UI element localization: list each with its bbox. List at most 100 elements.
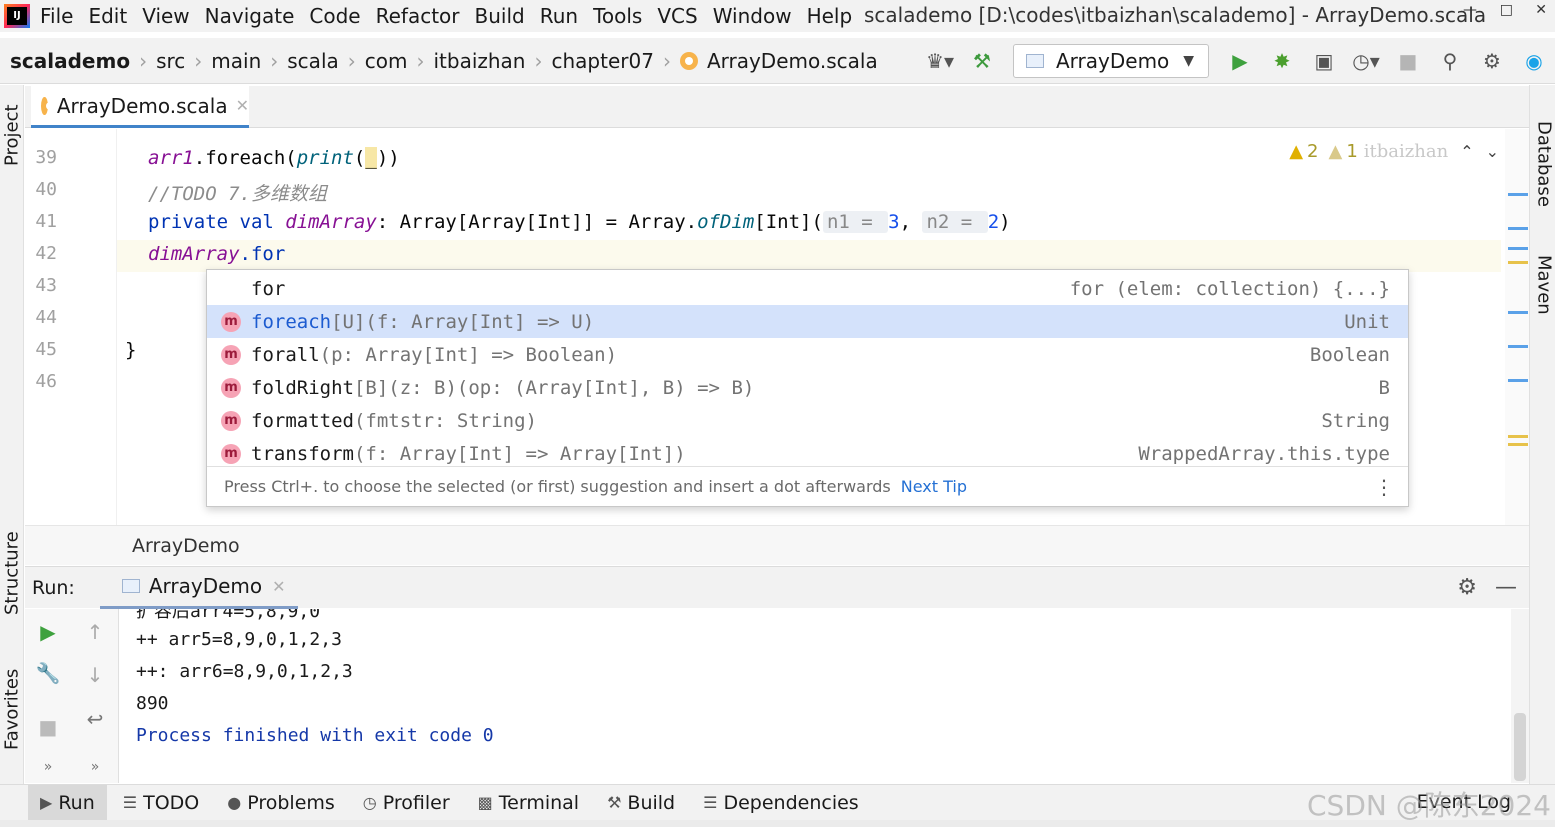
close-icon[interactable]: ✕ — [236, 96, 249, 115]
completion-item-selected[interactable]: m foreach [U](f: Array[Int] => U) Unit — [207, 305, 1408, 338]
menu-window[interactable]: Window — [713, 4, 792, 28]
minimize-icon[interactable]: — — [1495, 575, 1517, 600]
soft-wrap-icon[interactable]: ↩ — [81, 705, 109, 733]
run-tab-arraydemo[interactable]: ArrayDemo ✕ — [99, 566, 298, 609]
chevron-down-icon[interactable]: ⌄ — [1486, 142, 1499, 161]
run-icon[interactable]: ▶ — [1226, 47, 1254, 75]
warning-stripe-marker[interactable] — [1508, 435, 1528, 438]
maximize-window-icon[interactable]: □ — [1500, 2, 1513, 18]
close-window-icon[interactable]: ✕ — [1535, 2, 1547, 18]
breadcrumb-chapter07[interactable]: chapter07 — [551, 49, 653, 73]
menu-view[interactable]: View — [142, 4, 189, 28]
wrench-icon[interactable]: 🔧 — [34, 659, 62, 687]
breadcrumb-scala[interactable]: scala — [287, 49, 338, 73]
completion-item[interactable]: m formatted (fmtstr: String) String — [207, 404, 1408, 437]
editor-scrollbar[interactable] — [1505, 129, 1529, 525]
todo-tool-button[interactable]: ☰ TODO — [111, 785, 212, 821]
coverage-icon[interactable]: ▣ — [1310, 47, 1338, 75]
hammer-icon[interactable]: ⚒ — [968, 47, 996, 75]
breadcrumb-com[interactable]: com — [365, 49, 408, 73]
menu-refactor[interactable]: Refactor — [376, 4, 460, 28]
gear-icon[interactable]: ⚙ — [1478, 47, 1506, 75]
window-title: scalademo [D:\codes\itbaizhan\scalademo]… — [864, 3, 1487, 27]
warning-stripe-marker[interactable] — [1508, 261, 1528, 264]
menu-build[interactable]: Build — [475, 4, 525, 28]
layers-icon: ☰ — [703, 793, 718, 812]
code-line-40: //TODO 7.多维数组 — [148, 183, 327, 205]
gear-icon[interactable]: ⚙ — [1457, 575, 1477, 600]
completion-item[interactable]: m foldRight [B](z: B)(op: (Array[Int], B… — [207, 371, 1408, 404]
chevron-up-icon[interactable]: ⌃ — [1460, 142, 1473, 161]
problems-tool-button[interactable]: ● Problems — [215, 785, 347, 821]
profiler-icon: ◷ — [362, 793, 377, 812]
warning-stripe-marker[interactable] — [1508, 443, 1528, 446]
error-stripe-marker[interactable] — [1508, 247, 1528, 250]
build-tool-button[interactable]: ⚒ Build — [595, 785, 687, 821]
search-icon[interactable]: ⚲ — [1436, 47, 1464, 75]
navigation-bar: scalademo › src › main › scala › com › i… — [0, 38, 1555, 84]
minimize-window-icon[interactable]: — — [1463, 2, 1477, 18]
close-icon[interactable]: ✕ — [272, 577, 285, 596]
code-line-42: dimArray.for — [148, 243, 286, 265]
stop-icon[interactable]: ■ — [34, 713, 62, 741]
scrollbar-thumb[interactable] — [1514, 713, 1526, 781]
console-line: ++: arr6=8,9,0,1,2,3 — [136, 661, 353, 682]
method-icon: m — [221, 377, 241, 398]
code-line-45: } — [125, 339, 137, 361]
stop-icon[interactable]: ■ — [1394, 47, 1422, 75]
next-tip-link[interactable]: Next Tip — [901, 477, 967, 496]
code-completion-popup: for for (elem: collection) {...} m forea… — [206, 269, 1409, 507]
project-tool-tab[interactable]: Project — [0, 95, 24, 175]
breadcrumb-object[interactable]: ArrayDemo — [132, 535, 240, 557]
completion-item[interactable]: m forall (p: Array[Int] => Boolean) Bool… — [207, 338, 1408, 371]
completion-item[interactable]: for for (elem: collection) {...} — [207, 272, 1408, 305]
more-actions-icon[interactable]: » — [81, 753, 109, 781]
run-console[interactable]: 扩容后arr4=5,8,9,0 ++ arr5=8,9,0,1,2,3 ++: … — [120, 609, 1529, 783]
breadcrumb-file[interactable]: ArrayDemo.scala — [707, 49, 878, 73]
menu-file[interactable]: File — [40, 4, 73, 28]
arrow-up-icon[interactable]: ↑ — [81, 618, 109, 646]
plugin-icon[interactable]: ◉ — [1520, 47, 1548, 75]
breadcrumb-project[interactable]: scalademo — [10, 49, 130, 73]
error-stripe-marker[interactable] — [1508, 227, 1528, 230]
more-options-icon[interactable]: ⋮ — [1374, 475, 1394, 499]
terminal-tool-button[interactable]: ▩ Terminal — [466, 785, 591, 821]
profiler-tool-button[interactable]: ◷ Profiler — [351, 785, 462, 821]
dependencies-tool-button[interactable]: ☰ Dependencies — [691, 785, 871, 821]
menu-code[interactable]: Code — [309, 4, 360, 28]
profile-icon[interactable]: ◷▾ — [1352, 47, 1380, 75]
more-actions-icon[interactable]: » — [34, 753, 62, 781]
console-scrollbar[interactable] — [1511, 609, 1529, 783]
error-stripe-marker[interactable] — [1508, 379, 1528, 382]
menu-navigate[interactable]: Navigate — [205, 4, 295, 28]
run-configuration-select[interactable]: ArrayDemo ▼ — [1013, 44, 1209, 78]
menu-tools[interactable]: Tools — [593, 4, 642, 28]
breadcrumb-src[interactable]: src — [156, 49, 185, 73]
breadcrumb-main[interactable]: main — [211, 49, 261, 73]
console-exit-line: Process finished with exit code 0 — [136, 725, 494, 746]
arrow-down-icon[interactable]: ↓ — [81, 661, 109, 689]
favorites-tool-tab[interactable]: Favorites — [0, 659, 24, 759]
run-tool-button[interactable]: ▶ Run — [28, 784, 107, 821]
method-icon: m — [221, 443, 241, 464]
error-stripe-marker[interactable] — [1508, 311, 1528, 314]
structure-tool-tab[interactable]: Structure — [0, 523, 24, 623]
database-tool-tab[interactable]: Database — [1532, 121, 1555, 211]
maven-tool-tab[interactable]: Maven — [1532, 255, 1555, 325]
error-stripe-marker[interactable] — [1508, 193, 1528, 196]
application-icon — [1026, 54, 1044, 68]
menu-run[interactable]: Run — [540, 4, 578, 28]
status-bar — [0, 820, 1555, 827]
menu-vcs[interactable]: VCS — [657, 4, 697, 28]
menu-help[interactable]: Help — [807, 4, 853, 28]
hammer-icon: ⚒ — [607, 793, 622, 812]
menu-edit[interactable]: Edit — [88, 4, 127, 28]
user-icon[interactable]: ♛▾ — [926, 47, 954, 75]
rerun-icon[interactable]: ▶ — [34, 618, 62, 646]
line-number: 46 — [35, 371, 57, 392]
editor-tab-arraydemo[interactable]: ArrayDemo.scala ✕ — [31, 86, 249, 128]
breadcrumb-itbaizhan[interactable]: itbaizhan — [433, 49, 525, 73]
error-stripe-marker[interactable] — [1508, 345, 1528, 348]
inspection-status[interactable]: ▲ 2 ▲ 1 itbaizhan ⌃ ⌄ — [1289, 141, 1499, 162]
debug-icon[interactable]: ✸ — [1268, 47, 1296, 75]
